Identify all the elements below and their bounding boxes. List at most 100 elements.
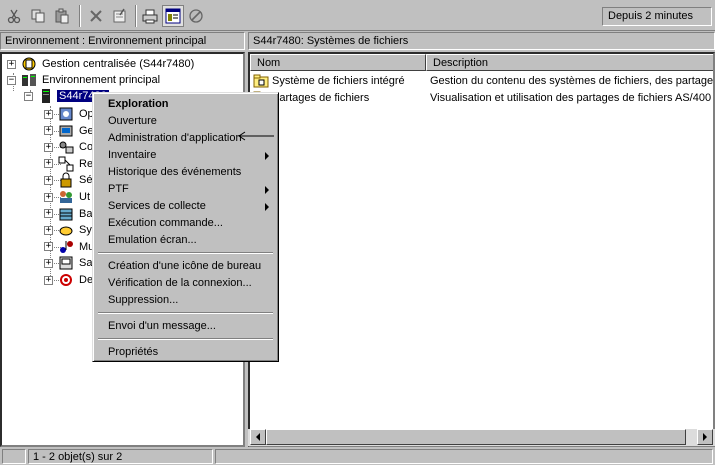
- tree-item[interactable]: + Sy: [44, 222, 94, 238]
- menu-item[interactable]: Ouverture: [96, 113, 275, 130]
- tree-item[interactable]: + Sé: [44, 172, 94, 188]
- right-pane-title: S44r7480: Systèmes de fichiers: [248, 32, 715, 50]
- tree-item-environment[interactable]: − Environnement principal: [7, 72, 162, 88]
- menu-item-label: Historique des événements: [108, 166, 242, 178]
- menu-item-label: Vérification de la connexion...: [108, 277, 252, 289]
- paste-icon[interactable]: [51, 5, 73, 27]
- menu-item-label: Administration d'application: [108, 132, 242, 144]
- menu-item[interactable]: Création d'une icône de bureau: [96, 258, 275, 275]
- filesystems-icon: [58, 222, 74, 238]
- list-item[interactable]: Partages de fichiers Visualisation et ut…: [253, 89, 713, 106]
- details-list[interactable]: Nom Description Système de fichiers inté…: [248, 52, 715, 447]
- multimedia-icon: [58, 239, 74, 255]
- refresh-status: Depuis 2 minutes: [602, 7, 712, 26]
- tree-item[interactable]: + Co: [44, 139, 95, 155]
- menu-item[interactable]: PTF: [96, 181, 275, 198]
- menu-separator: [98, 338, 273, 340]
- toolbar: Depuis 2 minutes: [0, 0, 715, 31]
- expand-toggle[interactable]: +: [44, 209, 53, 219]
- list-item-name: Système de fichiers intégré: [272, 74, 405, 87]
- system-icon: [38, 88, 54, 104]
- menu-item-label: Propriétés: [108, 346, 159, 358]
- delete-icon[interactable]: [85, 5, 107, 27]
- menu-item[interactable]: Suppression...: [96, 292, 275, 309]
- menu-item[interactable]: Vérification de la connexion...: [96, 275, 275, 292]
- expand-toggle[interactable]: +: [44, 225, 53, 235]
- menu-item[interactable]: Historique des événements: [96, 164, 275, 181]
- view-icon[interactable]: [162, 5, 184, 27]
- stop-icon[interactable]: [185, 5, 207, 27]
- toolbar-separator: [135, 5, 137, 27]
- backup-icon: [58, 255, 74, 271]
- expand-toggle[interactable]: +: [44, 175, 53, 185]
- expand-toggle[interactable]: +: [44, 159, 53, 169]
- tree-item[interactable]: + Ut: [44, 189, 92, 205]
- expand-toggle[interactable]: +: [44, 109, 53, 119]
- menu-item-label: Exécution commande...: [108, 217, 223, 229]
- menu-item[interactable]: Envoi d'un message...: [96, 318, 275, 335]
- status-cell-empty: [215, 449, 713, 464]
- tree-item-central-management[interactable]: + Gestion centralisée (S44r7480): [7, 56, 196, 72]
- config-icon: [58, 123, 74, 139]
- menu-item-label: Envoi d'un message...: [108, 320, 216, 332]
- print-icon[interactable]: [139, 5, 161, 27]
- tree-item[interactable]: + Sa: [44, 255, 94, 271]
- column-header-description[interactable]: Description: [426, 54, 713, 71]
- status-bar: 1 - 2 objet(s) sur 2: [0, 448, 715, 465]
- scroll-right-button[interactable]: [697, 429, 713, 445]
- list-item[interactable]: Système de fichiers intégré Gestion du c…: [253, 72, 713, 89]
- network-icon: [58, 156, 74, 172]
- tree-item-label: Gestion centralisée (S44r7480): [42, 58, 195, 70]
- expand-toggle[interactable]: +: [44, 126, 53, 136]
- menu-item-label: PTF: [108, 183, 129, 195]
- expand-toggle[interactable]: +: [7, 59, 16, 69]
- arrow-right-icon: [703, 433, 707, 441]
- column-header-name[interactable]: Nom: [250, 54, 426, 71]
- expand-toggle[interactable]: +: [44, 242, 53, 252]
- menu-item[interactable]: Services de collecte: [96, 198, 275, 215]
- expand-toggle[interactable]: +: [44, 275, 53, 285]
- properties-icon[interactable]: [109, 5, 131, 27]
- tree-item[interactable]: + Ba: [44, 206, 94, 222]
- environment-icon: [21, 72, 37, 88]
- scroll-thumb[interactable]: [266, 429, 686, 445]
- database-icon: [58, 206, 74, 222]
- toolbar-separator: [79, 5, 81, 27]
- menu-item[interactable]: Exécution commande...: [96, 215, 275, 232]
- menu-item-label: Suppression...: [108, 294, 179, 306]
- menu-item-label: Inventaire: [108, 149, 157, 161]
- connections-icon: [58, 139, 74, 155]
- tree-item-label: Ut: [79, 191, 90, 203]
- list-item-description: Visualisation et utilisation des partage…: [430, 91, 715, 104]
- collapse-toggle[interactable]: −: [24, 91, 33, 101]
- collapse-toggle[interactable]: −: [7, 75, 16, 85]
- copy-icon[interactable]: [27, 5, 49, 27]
- menu-item[interactable]: Propriétés: [96, 344, 275, 361]
- central-management-icon: [21, 56, 37, 72]
- tree-item[interactable]: + Re: [44, 156, 95, 172]
- menu-item-label: Création d'une icône de bureau: [108, 260, 262, 272]
- menu-separator: [98, 312, 273, 314]
- expand-toggle[interactable]: +: [44, 192, 53, 202]
- tree-item-label: Environnement principal: [42, 74, 161, 86]
- menu-item[interactable]: Inventaire: [96, 147, 275, 164]
- expand-toggle[interactable]: +: [44, 258, 53, 268]
- list-item-description: Gestion du contenu des systèmes de fichi…: [430, 74, 715, 87]
- scroll-left-button[interactable]: [250, 429, 266, 445]
- menu-separator: [98, 252, 273, 254]
- tree-item[interactable]: + Op: [44, 106, 96, 122]
- tree-item[interactable]: + Ge: [44, 123, 96, 139]
- menu-item[interactable]: Exploration: [96, 96, 275, 113]
- menu-item-label: Emulation écran...: [108, 234, 197, 246]
- arrow-left-icon: [256, 433, 260, 441]
- tree-item[interactable]: + Mu: [44, 239, 96, 255]
- status-object-count: 1 - 2 objet(s) sur 2: [28, 449, 213, 464]
- status-cell-empty: [2, 449, 26, 464]
- annotation-arrow-icon: [238, 131, 274, 141]
- horizontal-scrollbar[interactable]: [248, 429, 715, 446]
- cut-icon[interactable]: [3, 5, 25, 27]
- tree-item[interactable]: + De: [44, 272, 95, 288]
- menu-item[interactable]: Emulation écran...: [96, 232, 275, 249]
- security-icon: [58, 172, 74, 188]
- expand-toggle[interactable]: +: [44, 142, 53, 152]
